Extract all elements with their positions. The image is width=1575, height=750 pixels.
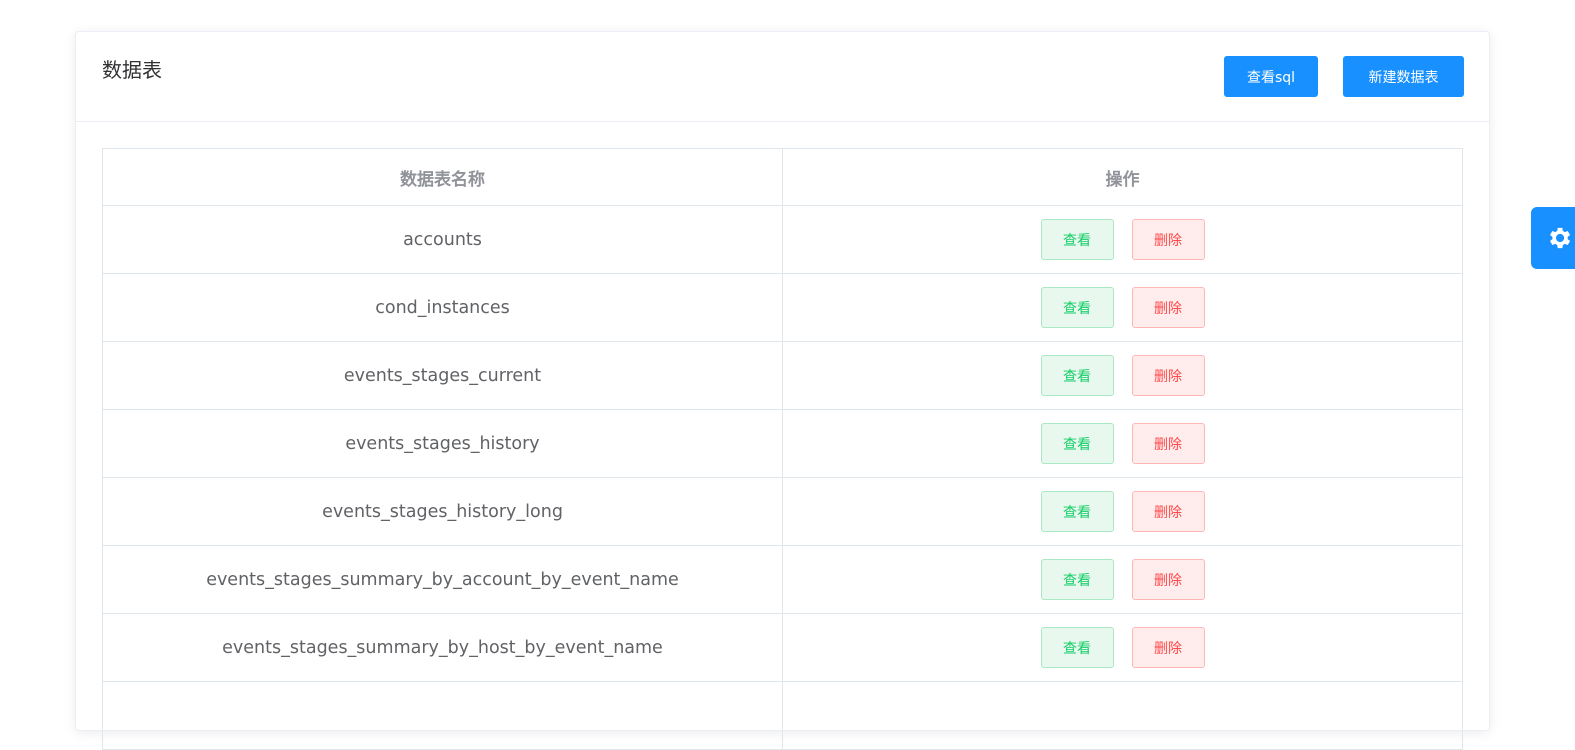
table-row: cond_instances 查看 删除 <box>103 273 1462 341</box>
table-row: events_stages_summary_by_host_by_event_n… <box>103 613 1462 681</box>
delete-button[interactable]: 删除 <box>1131 627 1205 668</box>
table-row <box>103 681 1462 749</box>
delete-button[interactable]: 删除 <box>1131 559 1205 600</box>
table-row: events_stages_current 查看 删除 <box>103 341 1462 409</box>
table-name-cell: accounts <box>103 206 783 273</box>
column-header-actions: 操作 <box>1105 169 1140 190</box>
actions-cell: 查看 删除 <box>783 546 1462 613</box>
data-tables-card: 数据表 查看sql 新建数据表 数据表名称 操作 accounts 查看 删除 … <box>75 31 1490 750</box>
delete-button[interactable]: 删除 <box>1131 219 1205 260</box>
view-button[interactable]: 查看 <box>1040 355 1114 396</box>
delete-button[interactable]: 删除 <box>1131 287 1205 328</box>
table-row: events_stages_history 查看 删除 <box>103 409 1462 477</box>
actions-cell: 查看 删除 <box>783 342 1462 409</box>
page-title: 数据表 <box>102 58 162 82</box>
table-name-cell: events_stages_history <box>103 410 783 477</box>
view-button[interactable]: 查看 <box>1040 423 1114 464</box>
view-sql-button[interactable]: 查看sql <box>1224 56 1318 97</box>
view-button[interactable]: 查看 <box>1040 219 1114 260</box>
actions-cell: 查看 删除 <box>783 410 1462 477</box>
table-name-cell: events_stages_current <box>103 342 783 409</box>
table-row: events_stages_history_long 查看 删除 <box>103 477 1462 545</box>
settings-side-tab[interactable] <box>1531 207 1575 269</box>
table-row: events_stages_summary_by_account_by_even… <box>103 545 1462 613</box>
delete-button[interactable]: 删除 <box>1131 423 1205 464</box>
table-name-cell: events_stages_summary_by_account_by_even… <box>103 546 783 613</box>
actions-cell: 查看 删除 <box>783 274 1462 341</box>
actions-cell <box>783 682 1462 749</box>
gear-icon <box>1550 227 1571 249</box>
new-table-button[interactable]: 新建数据表 <box>1343 56 1464 97</box>
table-name-cell <box>103 682 783 749</box>
table-row: accounts 查看 删除 <box>103 205 1462 273</box>
view-button[interactable]: 查看 <box>1040 287 1114 328</box>
view-button[interactable]: 查看 <box>1040 627 1114 668</box>
view-button[interactable]: 查看 <box>1040 559 1114 600</box>
delete-button[interactable]: 删除 <box>1131 355 1205 396</box>
column-header-name: 数据表名称 <box>103 149 783 205</box>
actions-cell: 查看 删除 <box>783 478 1462 545</box>
table-header-row: 数据表名称 操作 <box>103 149 1462 205</box>
table-name-cell: cond_instances <box>103 274 783 341</box>
view-button[interactable]: 查看 <box>1040 491 1114 532</box>
actions-cell: 查看 删除 <box>783 206 1462 273</box>
actions-cell: 查看 删除 <box>783 614 1462 681</box>
tables-table: 数据表名称 操作 accounts 查看 删除 cond_instances 查… <box>102 148 1463 750</box>
table-name-cell: events_stages_history_long <box>103 478 783 545</box>
delete-button[interactable]: 删除 <box>1131 491 1205 532</box>
card-header: 数据表 查看sql 新建数据表 <box>76 32 1489 122</box>
table-name-cell: events_stages_summary_by_host_by_event_n… <box>103 614 783 681</box>
